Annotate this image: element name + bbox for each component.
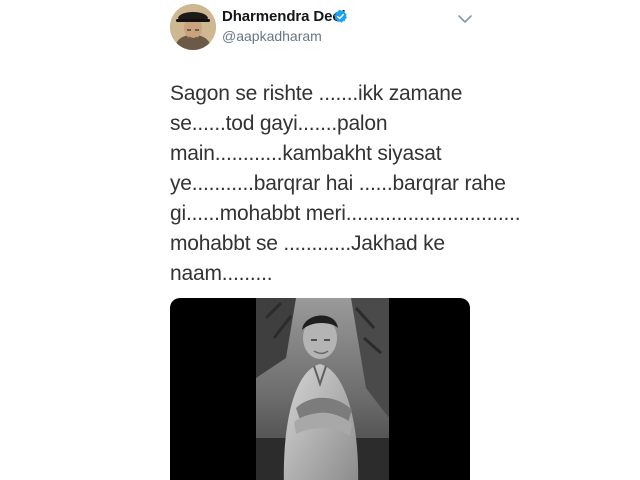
tweet-text-line: ye...........barqrar hai ......barqrar r… (170, 172, 506, 195)
chevron-down-icon[interactable] (456, 12, 474, 26)
author-avatar[interactable] (170, 4, 216, 50)
tweet-text: Sagon se rishte .......ikk zamane se....… (170, 79, 521, 289)
tweet-media[interactable] (170, 298, 470, 480)
tweet-text-line: gi......mohabbt meri....................… (170, 202, 521, 225)
black-and-white-photo-icon (256, 298, 389, 480)
tweet-text-line: se......tod gayi.......palon (170, 112, 388, 135)
tweet-text-line: mohabbt se ............Jakhad ke (170, 232, 445, 255)
tweet-text-line: naam......... (170, 262, 273, 285)
tweet-text-line: Sagon se rishte .......ikk zamane (170, 82, 463, 105)
tweet-card: Dharmendra Deol @aapkadharam Sagon se ri… (0, 0, 640, 480)
profile-photo-icon (170, 4, 216, 50)
verified-badge-icon (334, 9, 347, 23)
media-photo (256, 298, 389, 480)
author-display-name[interactable]: Dharmendra Deol (222, 8, 346, 25)
tweet-text-line: main............kambakht siyasat (170, 142, 442, 165)
author-handle[interactable]: @aapkadharam (222, 28, 322, 44)
